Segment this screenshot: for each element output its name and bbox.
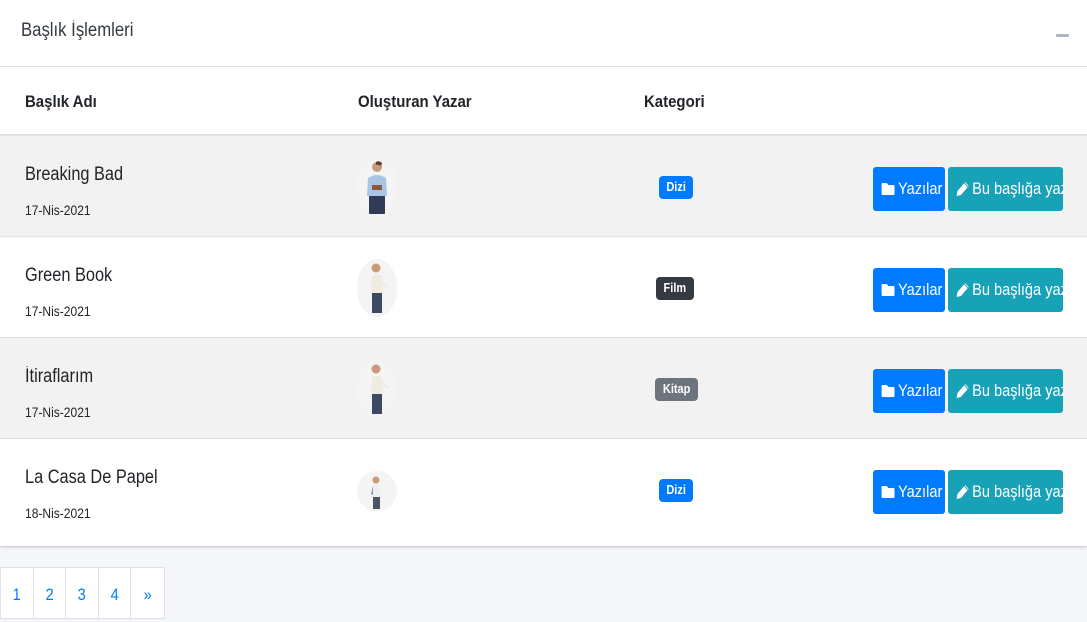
category-badge: Dizi <box>659 176 694 199</box>
topic-title[interactable]: Breaking Bad <box>25 164 123 186</box>
table-header: Başlık Adı Oluşturan Yazar Kategori <box>0 67 1087 136</box>
category-badge: Film <box>656 277 694 300</box>
category-badge: Kitap <box>655 378 699 401</box>
page-link-1[interactable]: 1 <box>1 568 34 618</box>
page-link-4[interactable]: 4 <box>99 568 131 618</box>
man-pointing-avatar[interactable] <box>357 360 397 418</box>
write-on-topic-button[interactable]: Bu başlığa yaz <box>948 167 1063 211</box>
folder-icon <box>881 385 895 397</box>
card-title: Başlık İşlemleri <box>21 20 134 41</box>
category-badge: Dizi <box>659 479 694 502</box>
write-on-topic-button[interactable]: Bu başlığa yaz <box>948 369 1063 413</box>
posts-button[interactable]: Yazılar <box>873 470 945 514</box>
pencil-icon <box>956 485 969 499</box>
posts-button[interactable]: Yazılar <box>873 369 945 413</box>
man-in-suit-avatar[interactable] <box>357 158 397 216</box>
page-link-2[interactable]: 2 <box>34 568 66 618</box>
table-row: İtiraflarım 17-Nis-2021 Kitap Yazılar Bu… <box>0 338 1087 439</box>
write-on-topic-button[interactable]: Bu başlığa yaz <box>948 470 1063 514</box>
topic-date: 17-Nis-2021 <box>25 303 91 319</box>
man-standing-avatar[interactable] <box>357 471 397 511</box>
folder-icon <box>881 183 895 195</box>
pencil-icon <box>956 283 969 297</box>
topic-date: 17-Nis-2021 <box>25 404 91 420</box>
column-header-category: Kategori <box>644 92 705 111</box>
topic-title[interactable]: La Casa De Papel <box>25 467 158 489</box>
page-link-3[interactable]: 3 <box>66 568 99 618</box>
table-row: Green Book 17-Nis-2021 Film Yazılar Bu b… <box>0 237 1087 338</box>
topic-title[interactable]: Green Book <box>25 265 112 287</box>
topic-date: 18-Nis-2021 <box>25 505 91 521</box>
man-pointing-avatar[interactable] <box>357 259 397 317</box>
topics-card: Başlık İşlemleri Başlık Adı Oluşturan Ya… <box>0 0 1087 546</box>
write-on-topic-button[interactable]: Bu başlığa yaz <box>948 268 1063 312</box>
minus-icon[interactable] <box>1056 34 1069 37</box>
column-header-author: Oluşturan Yazar <box>358 92 472 111</box>
posts-button[interactable]: Yazılar <box>873 167 945 211</box>
table-row: Breaking Bad 17-Nis-2021 Dizi Yazılar Bu… <box>0 136 1087 237</box>
topic-date: 17-Nis-2021 <box>25 202 91 218</box>
column-header-title: Başlık Adı <box>25 92 97 111</box>
page-next[interactable]: » <box>131 568 164 618</box>
pencil-icon <box>956 384 969 398</box>
posts-button[interactable]: Yazılar <box>873 268 945 312</box>
folder-icon <box>881 486 895 498</box>
table-row: La Casa De Papel 18-Nis-2021 Dizi Yazıla… <box>0 439 1087 540</box>
pagination: 1 2 3 4 » <box>0 567 165 619</box>
pencil-icon <box>956 182 969 196</box>
folder-icon <box>881 284 895 296</box>
topic-title[interactable]: İtiraflarım <box>25 366 93 388</box>
card-header: Başlık İşlemleri <box>0 0 1087 67</box>
